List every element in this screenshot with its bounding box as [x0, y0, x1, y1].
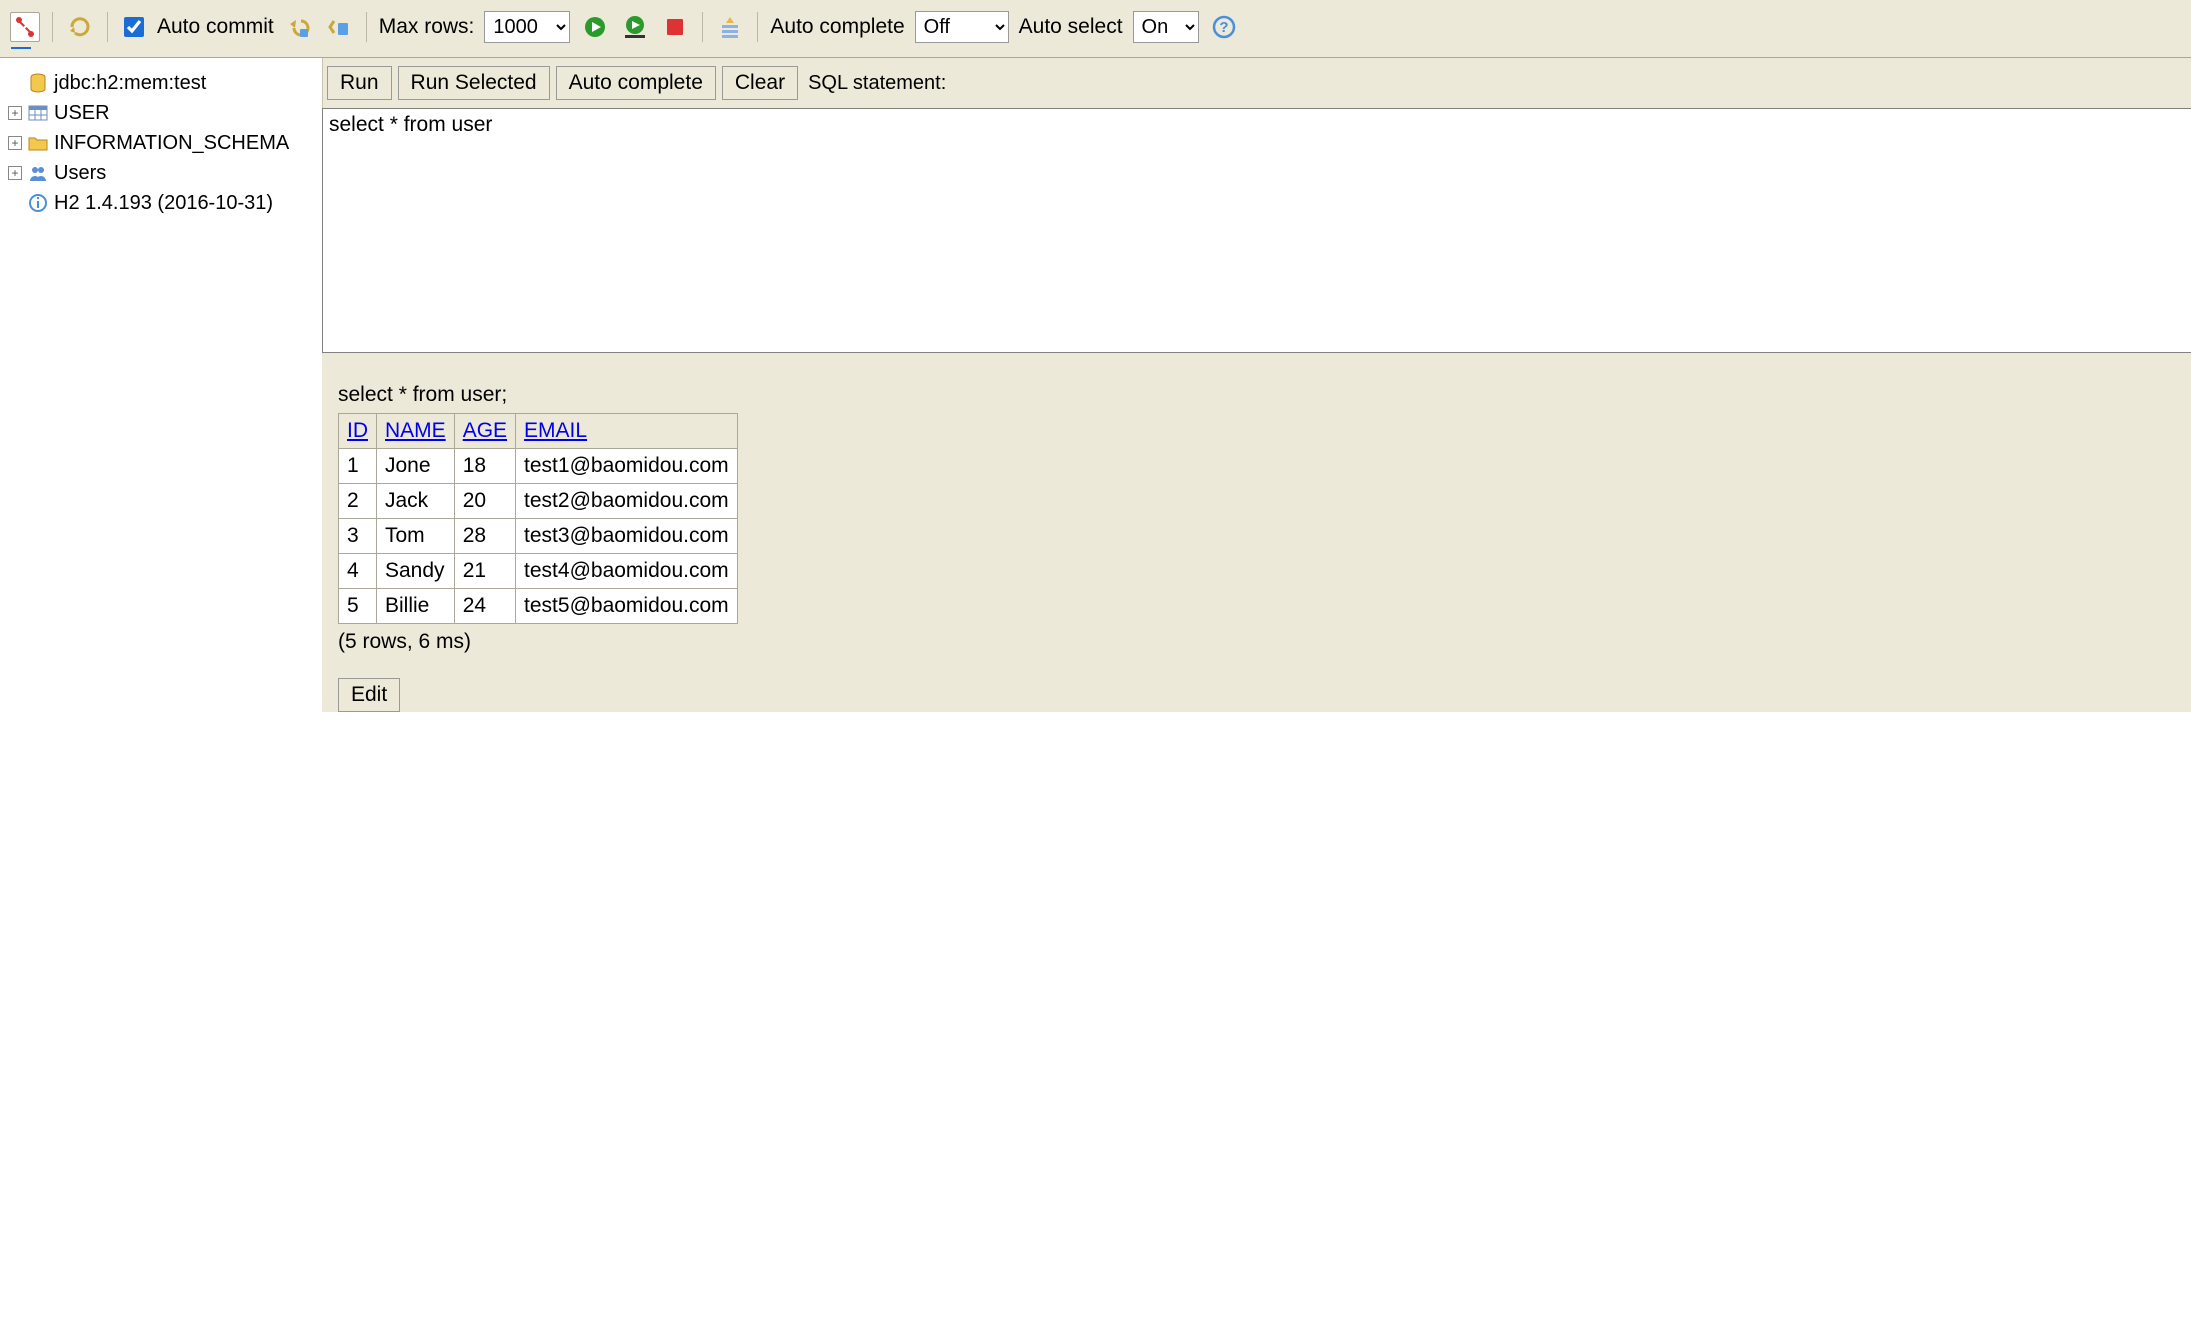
table-cell: Jone	[377, 449, 455, 484]
connection-label: jdbc:h2:mem:test	[54, 72, 206, 95]
table-cell: 18	[454, 449, 515, 484]
disconnect-icon[interactable]	[10, 12, 40, 42]
tree-node-label: USER	[54, 102, 110, 125]
expand-icon[interactable]: +	[8, 166, 22, 180]
run-icon[interactable]	[580, 12, 610, 42]
table-cell: 3	[339, 519, 377, 554]
table-cell: Sandy	[377, 554, 455, 589]
table-cell: Jack	[377, 484, 455, 519]
table-icon	[28, 103, 48, 123]
auto-select-select[interactable]: On	[1133, 11, 1199, 43]
separator	[52, 12, 53, 42]
edit-button[interactable]	[338, 678, 400, 712]
db-tree: jdbc:h2:mem:test + USER + INFORMATION_SC…	[0, 58, 322, 218]
connection-row[interactable]: jdbc:h2:mem:test	[8, 68, 322, 98]
table-cell: 5	[339, 589, 377, 624]
max-rows-label: Max rows:	[379, 15, 475, 39]
auto-complete-label: Auto complete	[770, 15, 904, 39]
table-row: 4Sandy21test4@baomidou.com	[339, 554, 738, 589]
table-cell: 24	[454, 589, 515, 624]
expand-icon[interactable]: +	[8, 136, 22, 150]
tree-node-information-schema[interactable]: + INFORMATION_SCHEMA	[8, 128, 322, 158]
table-cell: test1@baomidou.com	[516, 449, 738, 484]
table-cell: Billie	[377, 589, 455, 624]
tree-node-user[interactable]: + USER	[8, 98, 322, 128]
run-selected-button[interactable]: Run Selected	[398, 66, 550, 100]
table-cell: 20	[454, 484, 515, 519]
column-header[interactable]: NAME	[377, 414, 455, 449]
column-header[interactable]: EMAIL	[516, 414, 738, 449]
table-row: 1Jone18test1@baomidou.com	[339, 449, 738, 484]
main-toolbar: Auto commit Max rows: 1000 Auto complete…	[0, 0, 2191, 58]
history-icon[interactable]	[715, 12, 745, 42]
column-header[interactable]: ID	[339, 414, 377, 449]
refresh-icon[interactable]	[65, 12, 95, 42]
version-label: H2 1.4.193 (2016-10-31)	[54, 192, 273, 215]
help-icon[interactable]: ?	[1209, 12, 1239, 42]
run-button[interactable]: Run	[327, 66, 392, 100]
query-echo: select * from user;	[322, 353, 2191, 413]
users-icon	[28, 163, 48, 183]
table-cell: 2	[339, 484, 377, 519]
sql-panel: Run Run Selected Auto complete Clear SQL…	[322, 58, 2191, 712]
table-cell: test4@baomidou.com	[516, 554, 738, 589]
separator	[757, 12, 758, 42]
table-cell: 1	[339, 449, 377, 484]
max-rows-select[interactable]: 1000	[484, 11, 570, 43]
table-cell: 21	[454, 554, 515, 589]
clear-button[interactable]: Clear	[722, 66, 798, 100]
table-cell: test5@baomidou.com	[516, 589, 738, 624]
table-row: 5Billie24test5@baomidou.com	[339, 589, 738, 624]
auto-complete-button[interactable]: Auto complete	[556, 66, 716, 100]
stop-icon[interactable]	[660, 12, 690, 42]
result-table: IDNAMEAGEEMAIL 1Jone18test1@baomidou.com…	[338, 413, 738, 624]
table-cell: test2@baomidou.com	[516, 484, 738, 519]
tree-node-users[interactable]: + Users	[8, 158, 322, 188]
sql-input[interactable]	[322, 108, 2191, 353]
table-row: 3Tom28test3@baomidou.com	[339, 519, 738, 554]
table-header-row: IDNAMEAGEEMAIL	[339, 414, 738, 449]
sql-statement-label: SQL statement:	[808, 72, 946, 95]
separator	[107, 12, 108, 42]
svg-text:?: ?	[1219, 19, 1228, 36]
auto-commit-label: Auto commit	[157, 15, 274, 39]
info-icon	[28, 193, 48, 213]
separator	[702, 12, 703, 42]
result-summary: (5 rows, 6 ms)	[322, 624, 2191, 654]
undo-icon[interactable]	[284, 12, 314, 42]
table-cell: 28	[454, 519, 515, 554]
auto-complete-select[interactable]: Off	[915, 11, 1009, 43]
run-selected-icon[interactable]	[620, 12, 650, 42]
separator	[366, 12, 367, 42]
table-cell: Tom	[377, 519, 455, 554]
command-bar: Run Run Selected Auto complete Clear SQL…	[322, 58, 2191, 108]
table-cell: 4	[339, 554, 377, 589]
version-row: H2 1.4.193 (2016-10-31)	[8, 188, 322, 218]
folder-icon	[28, 133, 48, 153]
auto-commit-checkbox[interactable]	[124, 17, 144, 37]
auto-select-label: Auto select	[1019, 15, 1123, 39]
table-row: 2Jack20test2@baomidou.com	[339, 484, 738, 519]
commit-icon[interactable]	[324, 12, 354, 42]
expand-icon[interactable]: +	[8, 106, 22, 120]
database-icon	[28, 73, 48, 93]
tree-node-label: Users	[54, 162, 106, 185]
column-header[interactable]: AGE	[454, 414, 515, 449]
tree-node-label: INFORMATION_SCHEMA	[54, 132, 289, 155]
table-cell: test3@baomidou.com	[516, 519, 738, 554]
